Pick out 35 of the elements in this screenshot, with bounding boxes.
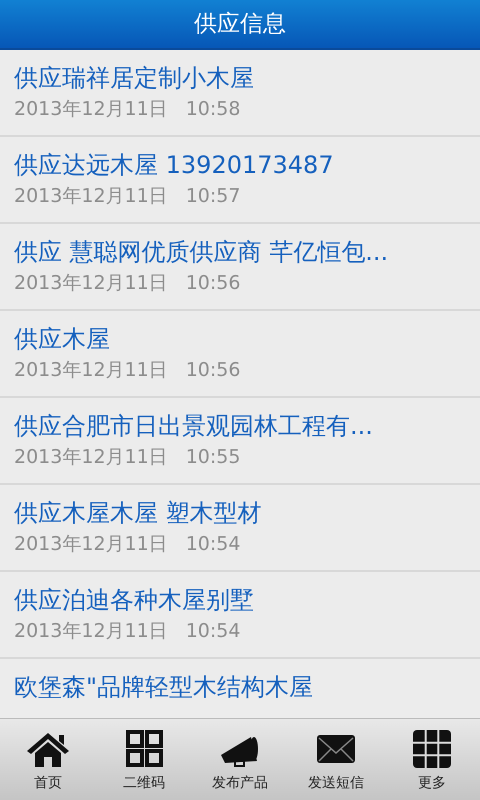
tab-button[interactable]: 二维码 [96, 719, 192, 800]
item-title: 供应 慧聪网优质供应商 芊亿恒包... [14, 237, 390, 268]
tab-button[interactable]: 发送短信 [288, 719, 384, 800]
list-item[interactable]: 供应泊迪各种木屋别墅 2013年12月11日 10:54 [0, 572, 480, 659]
item-title: 供应泊迪各种木屋别墅 [14, 585, 255, 616]
item-date: 2013年12月11日 [14, 445, 168, 470]
list-item[interactable]: 供应瑞祥居定制小木屋 2013年12月11日 10:58 [0, 50, 480, 137]
item-title: 供应瑞祥居定制小木屋 [14, 63, 255, 94]
list-item[interactable]: 供应 慧聪网优质供应商 芊亿恒包... 2013年12月11日 10:56 [0, 224, 480, 311]
item-date: 2013年12月11日 [14, 97, 168, 122]
item-title: 欧堡森"品牌轻型木结构木屋 [14, 672, 314, 703]
item-time: 10:58 [186, 97, 240, 122]
item-date: 2013年12月11日 [14, 619, 168, 644]
item-date: 2013年12月11日 [14, 271, 168, 296]
item-title: 供应木屋 [14, 324, 111, 355]
item-time: 10:54 [186, 619, 240, 644]
item-time: 10:57 [186, 184, 240, 209]
item-title: 供应达远木屋 13920173487 [14, 150, 335, 181]
item-time: 10:56 [186, 271, 240, 296]
item-date: 2013年12月11日 [14, 532, 168, 557]
item-time: 10:56 [186, 358, 240, 383]
list-item[interactable]: 供应达远木屋 13920173487 2013年12月11日 10:57 [0, 137, 480, 224]
item-date: 2013年12月11日 [14, 184, 168, 209]
list-item[interactable]: 供应木屋木屋 塑木型材 2013年12月11日 10:54 [0, 485, 480, 572]
item-time: 10:54 [186, 532, 240, 557]
item-time: 10:55 [186, 445, 240, 470]
list-item[interactable]: 供应合肥市日出景观园林工程有... 2013年12月11日 10:55 [0, 398, 480, 485]
tab-button[interactable]: 发布产品 [192, 719, 288, 800]
item-title: 供应木屋木屋 塑木型材 [14, 498, 263, 529]
tab-button[interactable]: 更多 [384, 719, 480, 800]
page-title: 供应信息 [194, 10, 286, 39]
item-title: 供应合肥市日出景观园林工程有... [14, 411, 374, 442]
item-date: 2013年12月11日 [14, 358, 168, 383]
list-item[interactable]: 供应木屋 2013年12月11日 10:56 [0, 311, 480, 398]
tab-button[interactable]: 首页 [0, 719, 96, 800]
